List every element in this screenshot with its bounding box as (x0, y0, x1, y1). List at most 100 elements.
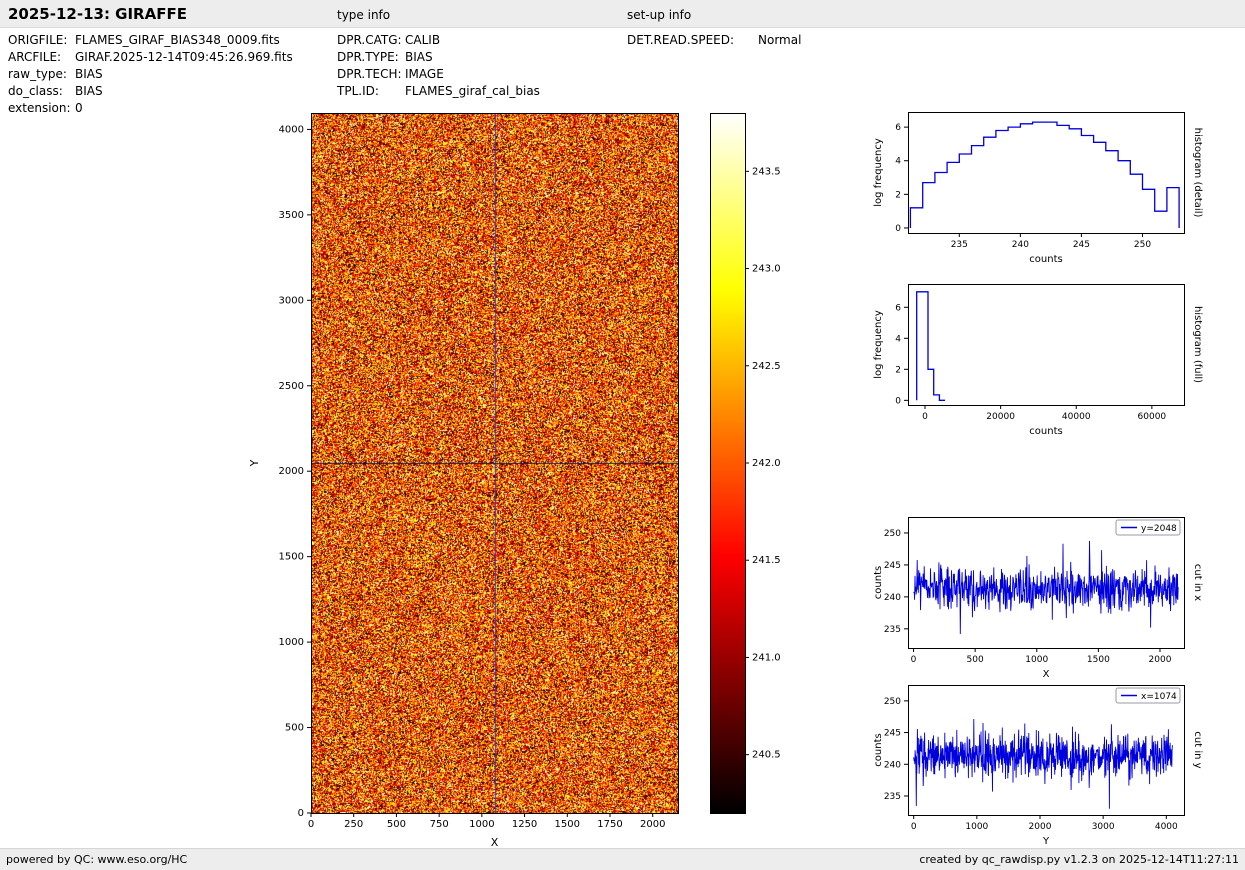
y-tick-label: 3000 (279, 295, 304, 306)
meta-label: do_class: (8, 84, 63, 98)
y-tick-label: 240 (884, 593, 901, 603)
x-tick-label: 2000 (1029, 822, 1052, 832)
x-tick-label: 1000 (1025, 655, 1048, 665)
y-tick-label: 250 (884, 529, 901, 539)
cut-in-y-line (913, 718, 1173, 809)
qc-report-page: 2025-12-13: GIRAFFE type info set-up inf… (0, 0, 1245, 870)
meta-row-origfile: ORIGFILE: FLAMES_GIRAF_BIAS348_0009.fits (8, 33, 328, 50)
y-tick-label: 6 (895, 303, 901, 313)
colorbar-tick-label: 240.5 (752, 750, 781, 761)
colorbar (710, 113, 745, 813)
y-tick-label: 2500 (279, 381, 304, 392)
y-tick-label: 4000 (279, 124, 304, 135)
page-title: 2025-12-13: GIRAFFE (8, 5, 187, 23)
meta-row-arcfile: ARCFILE: GIRAF.2025-12-14T09:45:26.969.f… (8, 50, 328, 67)
y-tick-label: 240 (884, 760, 901, 770)
meta-row-dpr-catg: DPR.CATG: CALIB (337, 33, 617, 50)
y-tick-label: 245 (884, 561, 901, 571)
meta-label: TPL.ID: (337, 84, 379, 98)
y-tick-label: 2 (895, 190, 901, 200)
x-tick-label: 250 (344, 819, 363, 830)
meta-label: ORIGFILE: (8, 33, 68, 47)
cut-in-y-frame (908, 685, 1185, 816)
meta-row-extension: extension: 0 (8, 101, 328, 118)
x-tick-label: 60000 (1138, 412, 1167, 422)
x-tick-label: 750 (430, 819, 449, 830)
y-tick-label: 235 (884, 792, 901, 802)
meta-label: DET.READ.SPEED: (627, 33, 735, 47)
meta-row-dpr-type: DPR.TYPE: BIAS (337, 50, 617, 67)
x-tick-label: 0 (911, 822, 917, 832)
cut-in-y-xlabel: Y (1042, 836, 1050, 847)
legend-label: x=1074 (1141, 692, 1177, 702)
meta-value: FLAMES_giraf_cal_bias (405, 84, 540, 98)
colorbar-tick-label: 241.0 (752, 652, 781, 663)
legend-box (1115, 519, 1181, 536)
colorbar-tick-label: 242.0 (752, 458, 781, 469)
y-tick-label: 1500 (279, 552, 304, 563)
legend-box (1115, 687, 1181, 704)
x-tick-label: 1000 (469, 819, 494, 830)
y-tick-label: 6 (895, 123, 901, 133)
y-tick-label: 0 (298, 808, 304, 819)
type-info-header: type info (337, 8, 391, 22)
x-tick-label: 0 (911, 655, 917, 665)
y-tick-label: 245 (884, 729, 901, 739)
cut-in-y-ylabel: counts (873, 733, 884, 766)
y-tick-label: 235 (884, 625, 901, 635)
meta-value: BIAS (75, 84, 103, 98)
meta-label: DPR.TECH: (337, 67, 402, 81)
x-tick-label: 40000 (1062, 412, 1091, 422)
histogram-full-right-label: histogram (full) (1192, 306, 1203, 383)
meta-row-tpl-id: TPL.ID: FLAMES_giraf_cal_bias (337, 84, 617, 101)
cut-in-x-line (913, 540, 1179, 635)
meta-row-raw-type: raw_type: BIAS (8, 67, 328, 84)
histogram-full-step-line (916, 291, 946, 401)
x-tick-label: 1750 (597, 819, 622, 830)
legend-label: y=2048 (1141, 524, 1177, 534)
colorbar-tick-label: 243.0 (752, 264, 781, 275)
meta-value: BIAS (405, 50, 433, 64)
meta-label: DPR.CATG: (337, 33, 402, 47)
meta-value: CALIB (405, 33, 441, 47)
colorbar-tick-label: 243.5 (752, 166, 781, 177)
footer-qc-link[interactable]: powered by QC: www.eso.org/HC (6, 853, 187, 866)
x-tick-label: 0 (922, 412, 928, 422)
meta-label: raw_type: (8, 67, 67, 81)
footer-bar: powered by QC: www.eso.org/HC created by… (0, 848, 1245, 870)
x-tick-label: 250 (1134, 240, 1151, 250)
x-tick-label: 2000 (640, 819, 665, 830)
x-tick-label: 500 (387, 819, 406, 830)
histogram-full-xlabel: counts (1029, 426, 1062, 437)
y-tick-label: 0 (895, 396, 901, 406)
y-tick-label: 1000 (279, 637, 304, 648)
setup-info-block: DET.READ.SPEED: Normal (627, 33, 867, 50)
y-tick-label: 4 (895, 334, 901, 344)
histogram-detail-frame (908, 112, 1185, 234)
x-tick-label: 3000 (1092, 822, 1115, 832)
x-tick-label: 500 (967, 655, 984, 665)
histogram-full-ylabel: log frequency (873, 310, 884, 379)
meta-label: extension: (8, 101, 71, 115)
meta-row-read-speed: DET.READ.SPEED: Normal (627, 33, 867, 50)
x-tick-label: 1500 (1087, 655, 1110, 665)
x-tick-label: 20000 (986, 412, 1015, 422)
y-tick-label: 4 (895, 157, 901, 167)
meta-value: IMAGE (405, 67, 444, 81)
y-tick-label: 2 (895, 365, 901, 375)
y-tick-label: 2000 (279, 466, 304, 477)
colorbar-tick-label: 242.5 (752, 361, 781, 372)
x-tick-label: 245 (1073, 240, 1090, 250)
cut-in-y-right-label: cut in y (1192, 731, 1203, 768)
raw-image-display (311, 113, 678, 813)
meta-label: DPR.TYPE: (337, 50, 399, 64)
meta-value: 0 (75, 101, 83, 115)
histogram-detail-xlabel: counts (1029, 254, 1062, 265)
x-tick-label: 240 (1012, 240, 1029, 250)
x-tick-label: 1250 (512, 819, 537, 830)
x-tick-label: 0 (308, 819, 314, 830)
x-tick-label: 1500 (555, 819, 580, 830)
y-tick-label: 500 (285, 723, 304, 734)
cut-in-x-ylabel: counts (873, 566, 884, 599)
meta-value: GIRAF.2025-12-14T09:45:26.969.fits (75, 50, 293, 64)
